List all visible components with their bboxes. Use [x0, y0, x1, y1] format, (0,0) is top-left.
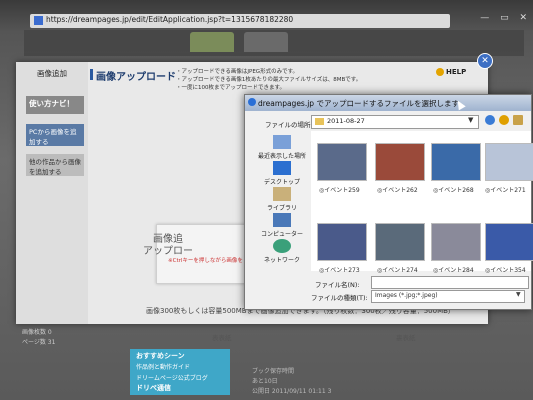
promo-item[interactable]: ドリームページ公式ブログ: [136, 373, 208, 382]
save-time-label: ブック保存時間: [252, 368, 295, 375]
file-name: ◎イベント262: [377, 187, 418, 194]
new-folder-icon[interactable]: [513, 115, 523, 125]
dropzone-subtitle: アップロー: [143, 246, 193, 257]
page-count: ページ数 31: [22, 339, 56, 346]
place-network[interactable]: ネットワーク: [249, 239, 315, 264]
file-name: ◎イベント274: [377, 267, 418, 274]
back-icon[interactable]: [485, 115, 495, 125]
help-button[interactable]: HELP: [436, 68, 466, 76]
place-computer[interactable]: コンピューター: [249, 213, 315, 238]
file-thumbnail[interactable]: [431, 223, 481, 261]
front-cover-label[interactable]: 表表紙: [212, 332, 232, 342]
location-value: 2011-08-27: [327, 117, 365, 125]
sidebar-item-add-from-pc[interactable]: PCから画像を追加する: [26, 124, 84, 146]
sidebar-title: 画像追加: [37, 69, 67, 78]
close-modal-button[interactable]: ✕: [477, 53, 493, 69]
desktop-icon: [273, 161, 291, 175]
recent-places-icon: [273, 135, 291, 149]
maximize-button[interactable]: ▭: [500, 13, 509, 23]
days-left: あと10日: [252, 378, 278, 385]
sidebar-item-guide[interactable]: 使い方ナビ！: [26, 96, 84, 114]
dialog-title: dreampages.jp でアップロードするファイルを選択します: [258, 99, 459, 108]
back-cover-label[interactable]: 裏表紙: [396, 332, 416, 342]
file-thumbnail[interactable]: [485, 143, 533, 181]
place-label: デスクトップ: [263, 179, 300, 186]
close-window-button[interactable]: ✕: [519, 13, 527, 23]
library-icon: [273, 187, 291, 201]
place-label: ネットワーク: [263, 257, 300, 264]
toolbar-tab[interactable]: [190, 32, 234, 52]
file-open-dialog: dreampages.jp でアップロードするファイルを選択します ファイルの場…: [244, 94, 533, 310]
book-stats: 画像枚数 0 ページ数 31: [22, 328, 55, 348]
up-folder-icon[interactable]: [499, 115, 509, 125]
site-favicon-icon: [34, 16, 43, 25]
file-thumbnail[interactable]: [317, 223, 367, 261]
help-label: HELP: [446, 68, 467, 76]
upload-note: ・アップロードできる画像1枚あたりの最大ファイルサイズは、8MBです。: [176, 77, 362, 83]
upload-note: ・一度に100枚までアップロードできます。: [176, 85, 285, 91]
chevron-down-icon[interactable]: ▼: [516, 291, 521, 298]
browser-icon: [248, 98, 256, 106]
file-name: ◎イベント354: [485, 267, 526, 274]
folder-icon: [315, 118, 324, 125]
place-library[interactable]: ライブラリ: [249, 187, 315, 212]
promo-item[interactable]: ドリペ通信: [136, 383, 171, 393]
image-count: 画像枚数 0: [22, 329, 52, 336]
file-thumbnail[interactable]: [431, 143, 481, 181]
file-thumbnail[interactable]: [317, 143, 367, 181]
toolbar-tab[interactable]: [244, 32, 288, 52]
place-desktop[interactable]: デスクトップ: [249, 161, 315, 186]
place-label: ライブラリ: [266, 205, 297, 212]
file-name: ◎イベント259: [319, 187, 360, 194]
file-thumbnail[interactable]: [375, 223, 425, 261]
filetype-value: Images (*.jpg;*.jpeg): [375, 292, 438, 299]
minimize-button[interactable]: —: [480, 13, 489, 23]
chevron-down-icon[interactable]: ▼: [468, 116, 473, 124]
place-label: 最近表示した場所: [257, 153, 306, 160]
file-name: ◎イベント271: [485, 187, 526, 194]
promo-item[interactable]: おすすめシーン: [136, 351, 185, 361]
network-icon: [273, 239, 291, 253]
upload-notes: ・アップロードできる画像はJPEG形式のみです。 ・アップロードできる画像1枚あ…: [176, 68, 361, 92]
window-controls: — ▭ ✕: [472, 13, 527, 23]
file-name: ◎イベント284: [433, 267, 474, 274]
places-bar: 最近表示した場所 デスクトップ ライブラリ コンピューター ネットワーク: [249, 131, 307, 271]
file-thumbnail[interactable]: [485, 223, 533, 261]
address-url[interactable]: https://dreampages.jp/edit/EditApplicati…: [46, 15, 293, 24]
place-label: コンピューター: [260, 231, 303, 238]
help-icon: [436, 68, 444, 76]
filename-label: ファイル名(N):: [315, 281, 360, 289]
filetype-label: ファイルの種類(T):: [311, 294, 368, 302]
file-thumbnail[interactable]: [375, 143, 425, 181]
upload-note: ・アップロードできる画像はJPEG形式のみです。: [176, 69, 299, 75]
file-name: ◎イベント268: [433, 187, 474, 194]
sidebar-item-add-from-other-work[interactable]: 他の作品から画像を追加する: [26, 154, 84, 176]
filename-input[interactable]: [371, 276, 529, 289]
publish-date: 公開日 2011/09/11 01:11 3: [252, 388, 332, 395]
file-name: ◎イベント273: [319, 267, 360, 274]
dropzone-hint: ※Ctrlキーを押しながら画像を: [168, 258, 243, 264]
promo-item[interactable]: 作品例と動作ガイド: [136, 362, 190, 371]
place-recent[interactable]: 最近表示した場所: [249, 135, 315, 160]
computer-icon: [273, 213, 291, 227]
page-title: 画像アップロード: [90, 68, 176, 83]
